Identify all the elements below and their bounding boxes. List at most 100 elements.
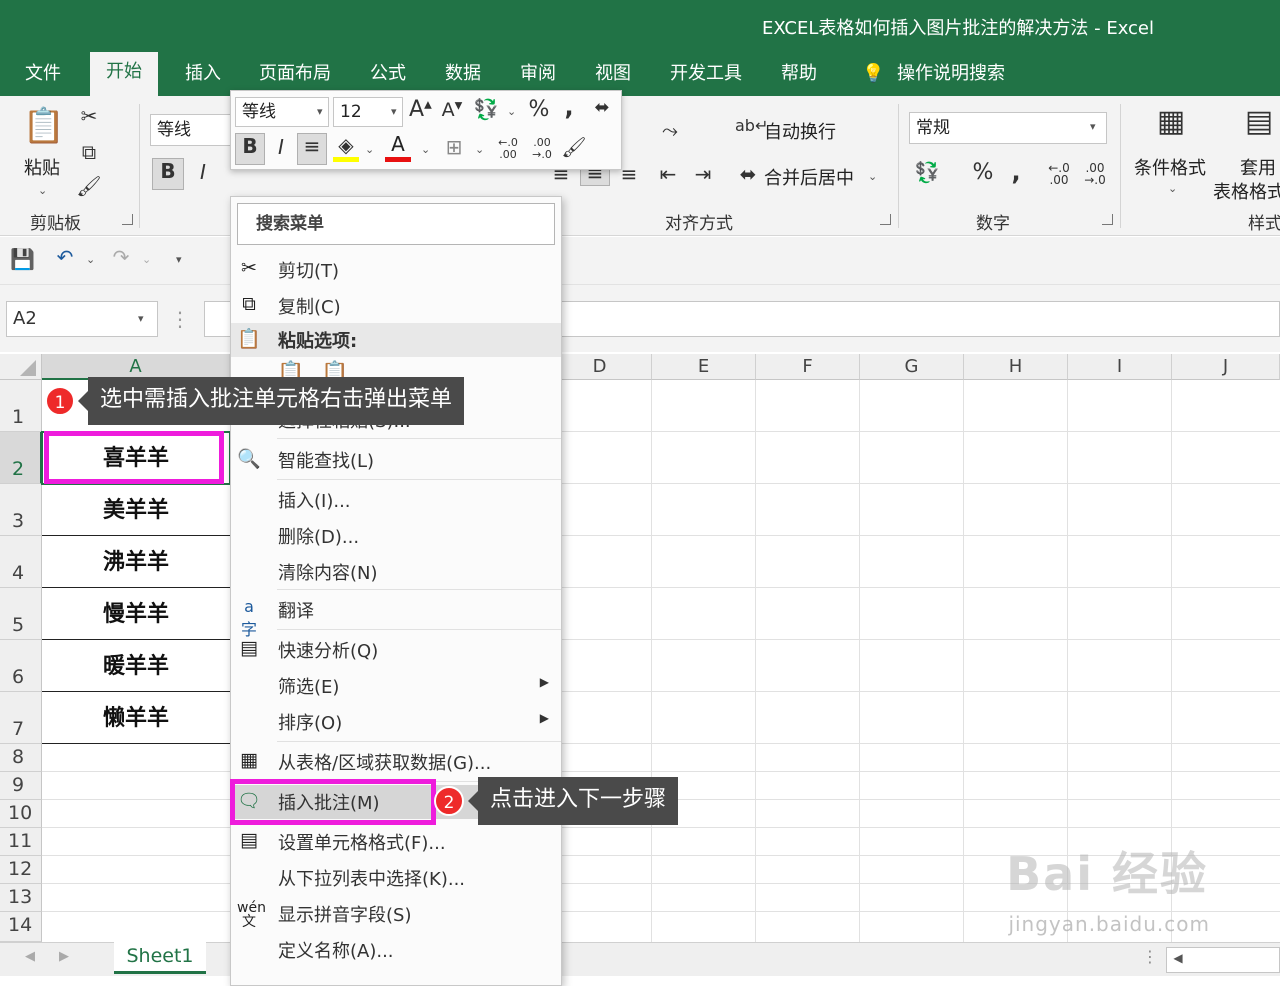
font-color-icon[interactable]: A	[385, 131, 411, 162]
menu-search-input[interactable]: 搜索菜单	[237, 203, 555, 245]
mini-bold-button[interactable]: B	[235, 133, 265, 165]
undo-icon[interactable]: ↶	[52, 245, 78, 269]
menu-item-copy[interactable]: ⧉ 复制(C)	[231, 289, 561, 323]
sheet-tab-sheet1[interactable]: Sheet1	[114, 942, 206, 974]
decrease-font-size-icon[interactable]: A▼	[441, 99, 463, 121]
menu-item-smart-lookup[interactable]: 🔍 智能查找(L)	[231, 443, 561, 477]
column-header-h[interactable]: H	[964, 354, 1068, 380]
mini-align-center-icon[interactable]: ≡	[297, 133, 327, 165]
format-as-table-icon[interactable]: ▤	[1236, 104, 1280, 150]
cell-a5[interactable]: 慢羊羊	[42, 588, 230, 640]
menu-item-clear-contents[interactable]: 清除内容(N)	[231, 555, 561, 589]
cell-a6[interactable]: 暖羊羊	[42, 640, 230, 692]
tab-help[interactable]: 帮助	[777, 60, 821, 96]
menu-item-cut[interactable]: ✂ 剪切(T)	[231, 253, 561, 287]
merge-icon[interactable]: ⬌	[589, 97, 615, 118]
lightbulb-icon[interactable]: 💡	[858, 60, 888, 96]
row-header-1[interactable]: 1	[0, 380, 42, 432]
column-header-f[interactable]: F	[756, 354, 860, 380]
currency-icon[interactable]: 💱	[912, 160, 942, 184]
format-as-table-button[interactable]: 套用	[1240, 154, 1276, 180]
cut-icon[interactable]: ✂	[76, 104, 102, 128]
chevron-down-icon[interactable]: ⌄	[86, 253, 95, 266]
menu-item-quick-analysis[interactable]: ▤ 快速分析(Q)	[231, 633, 561, 667]
menu-item-format-cells[interactable]: ▤ 设置单元格格式(F)...	[231, 825, 561, 859]
increase-decimal-icon[interactable]: ←.0.00	[495, 137, 521, 161]
save-icon[interactable]: 💾	[10, 247, 35, 271]
chevron-down-icon[interactable]: ⌄	[507, 105, 516, 118]
dialog-launcher-icon[interactable]	[880, 214, 891, 225]
chevron-down-icon[interactable]: ▾	[138, 312, 144, 325]
name-box[interactable]: A2	[6, 301, 158, 337]
row-header-11[interactable]: 11	[0, 828, 42, 856]
menu-item-sort[interactable]: 排序(O) ▶	[231, 705, 561, 739]
row-header-3[interactable]: 3	[0, 484, 42, 536]
increase-font-size-icon[interactable]: A▲	[409, 97, 432, 122]
chevron-down-icon[interactable]: ⌄	[38, 184, 47, 197]
scroll-left-icon[interactable]: ◀	[22, 949, 38, 964]
tab-file[interactable]: 文件	[21, 60, 65, 96]
row-header-7[interactable]: 7	[0, 692, 42, 744]
wrap-text-button[interactable]: 自动换行	[764, 118, 836, 144]
chevron-down-icon[interactable]: ⌄	[1168, 182, 1177, 195]
scroll-left-icon[interactable]: ◀	[1171, 951, 1185, 965]
row-header-13[interactable]: 13	[0, 884, 42, 912]
cell-a3[interactable]: 美羊羊	[42, 484, 230, 536]
tab-insert[interactable]: 插入	[181, 60, 225, 96]
row-header-9[interactable]: 9	[0, 772, 42, 800]
cell-a7[interactable]: 懒羊羊	[42, 692, 230, 744]
format-painter-icon[interactable]: 🖌	[561, 135, 587, 159]
paste-button[interactable]: 粘贴	[24, 154, 60, 180]
wrap-text-icon[interactable]: ab↵	[735, 116, 768, 135]
copy-icon[interactable]: ⧉	[76, 140, 102, 164]
decrease-decimal-icon[interactable]: .00 →.0	[529, 137, 555, 161]
column-header-j[interactable]: J	[1172, 354, 1280, 380]
column-header-g[interactable]: G	[860, 354, 964, 380]
decrease-indent-icon[interactable]: ⇤	[655, 162, 681, 186]
increase-decimal-icon[interactable]: ←.0.00	[1044, 162, 1074, 186]
row-header-8[interactable]: 8	[0, 744, 42, 772]
redo-icon[interactable]: ↷	[108, 245, 134, 269]
row-header-12[interactable]: 12	[0, 856, 42, 884]
menu-item-define-name[interactable]: 定义名称(A)...	[231, 933, 561, 967]
increase-indent-icon[interactable]: ⇥	[690, 162, 716, 186]
row-header-6[interactable]: 6	[0, 640, 42, 692]
horizontal-scrollbar[interactable]: ◀	[1166, 947, 1280, 973]
row-header-14[interactable]: 14	[0, 912, 42, 942]
fill-color-icon[interactable]: ◈	[333, 133, 359, 162]
chevron-down-icon[interactable]: ▾	[1090, 120, 1096, 133]
scroll-right-icon[interactable]: ▶	[56, 949, 72, 964]
paste-icon[interactable]: 📋	[22, 106, 66, 150]
menu-item-insert[interactable]: 插入(I)...	[231, 483, 561, 517]
tab-developer[interactable]: 开发工具	[666, 60, 746, 96]
chevron-down-icon[interactable]: ⌄	[421, 143, 430, 156]
chevron-down-icon[interactable]: ⌄	[142, 253, 151, 266]
borders-icon[interactable]: ⊞	[441, 135, 467, 159]
bold-button[interactable]: B	[152, 158, 184, 190]
dialog-launcher-icon[interactable]	[1102, 214, 1113, 225]
dialog-launcher-icon[interactable]	[122, 214, 133, 225]
menu-item-filter[interactable]: 筛选(E) ▶	[231, 669, 561, 703]
chevron-down-icon[interactable]: ⌄	[365, 143, 374, 156]
row-header-2[interactable]: 2	[0, 432, 42, 484]
column-header-e[interactable]: E	[652, 354, 756, 380]
chevron-down-icon[interactable]: ▾	[317, 105, 323, 118]
mini-percent-button[interactable]: %	[527, 97, 551, 122]
menu-item-pick-from-list[interactable]: 从下拉列表中选择(K)...	[231, 861, 561, 895]
menu-item-translate[interactable]: a字 翻译	[231, 593, 561, 639]
column-header-d[interactable]: D	[548, 354, 652, 380]
customize-qat-icon[interactable]: ▾	[176, 253, 182, 266]
font-name-box[interactable]: 等线	[150, 114, 232, 146]
merge-center-icon[interactable]: ⬌	[735, 162, 761, 186]
conditional-formatting-button[interactable]: 条件格式	[1134, 154, 1206, 180]
chevron-down-icon[interactable]: ▾	[391, 105, 397, 118]
row-header-4[interactable]: 4	[0, 536, 42, 588]
text-orientation-icon[interactable]: ⤳	[655, 118, 685, 142]
menu-item-show-phonetic[interactable]: wén 文 显示拼音字段(S)	[231, 897, 561, 931]
conditional-formatting-icon[interactable]: ▦	[1148, 104, 1194, 150]
column-header-i[interactable]: I	[1068, 354, 1172, 380]
select-all-corner[interactable]	[0, 354, 42, 380]
tell-me-search[interactable]: 操作说明搜索	[893, 60, 1009, 96]
tab-home[interactable]: 开始	[90, 52, 158, 96]
accounting-format-icon[interactable]: 💱	[471, 97, 501, 121]
